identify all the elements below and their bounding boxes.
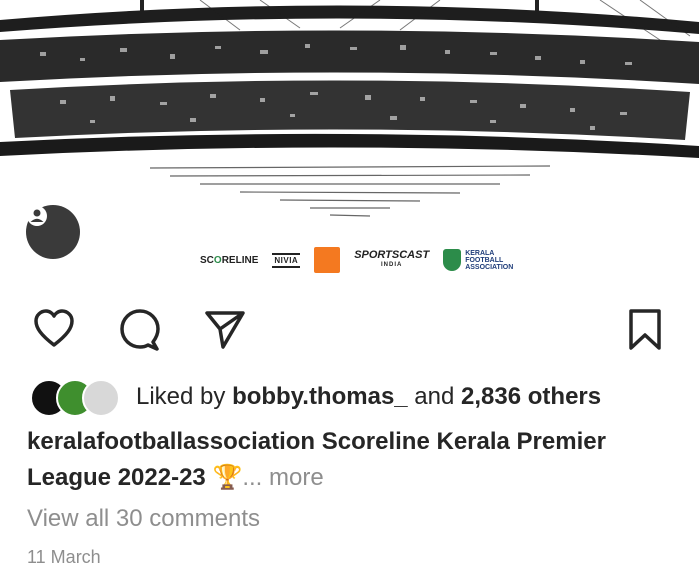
paper-plane-icon bbox=[205, 311, 245, 349]
scoreline-logo: SCORELINE bbox=[200, 254, 259, 266]
tagged-users-button[interactable] bbox=[26, 205, 80, 259]
likes-summary[interactable]: Liked by bobby.thomas_ and 2,836 others bbox=[30, 379, 602, 417]
nivia-logo: NIVIA bbox=[272, 252, 301, 268]
more-link[interactable]: more bbox=[269, 464, 324, 491]
stadium-sketch bbox=[0, 0, 699, 217]
liker-avatars bbox=[30, 379, 122, 417]
comment-bubble-icon bbox=[120, 309, 160, 351]
save-button[interactable] bbox=[622, 306, 668, 352]
kfa-shield-icon bbox=[443, 249, 462, 271]
post-actions-bar bbox=[0, 300, 699, 358]
caption-username-link[interactable]: keralafootballassociation bbox=[27, 428, 315, 455]
post-caption: keralafootballassociation Scoreline Kera… bbox=[27, 428, 606, 491]
liker-username-link[interactable]: bobby.thomas_ bbox=[232, 383, 408, 410]
likes-count-link[interactable]: 2,836 others bbox=[461, 383, 601, 410]
avatar bbox=[82, 379, 120, 417]
view-comments-link[interactable]: View all 30 comments bbox=[27, 505, 260, 533]
like-button[interactable] bbox=[31, 306, 77, 352]
comment-button[interactable] bbox=[117, 306, 163, 352]
sportscast-logo: SPORTSCAST INDIA bbox=[354, 249, 430, 269]
person-icon bbox=[27, 206, 47, 226]
share-button[interactable] bbox=[202, 306, 248, 352]
post-image[interactable]: SCORELINE NIVIA SPORTSCAST INDIA KERALA FO… bbox=[0, 0, 699, 285]
orange-sponsor-logo bbox=[314, 247, 341, 273]
likes-text: Liked by bobby.thomas_ and 2,836 others bbox=[136, 383, 602, 410]
sponsor-logos: SCORELINE NIVIA SPORTSCAST INDIA KERALA FO… bbox=[200, 244, 513, 276]
trophy-emoji: 🏆 bbox=[212, 464, 243, 491]
kfa-logo: KERALA FOOTBALL ASSOCIATION bbox=[443, 249, 513, 271]
post-date: 11 March bbox=[27, 547, 101, 567]
heart-icon bbox=[34, 309, 74, 347]
bookmark-icon bbox=[629, 309, 661, 350]
